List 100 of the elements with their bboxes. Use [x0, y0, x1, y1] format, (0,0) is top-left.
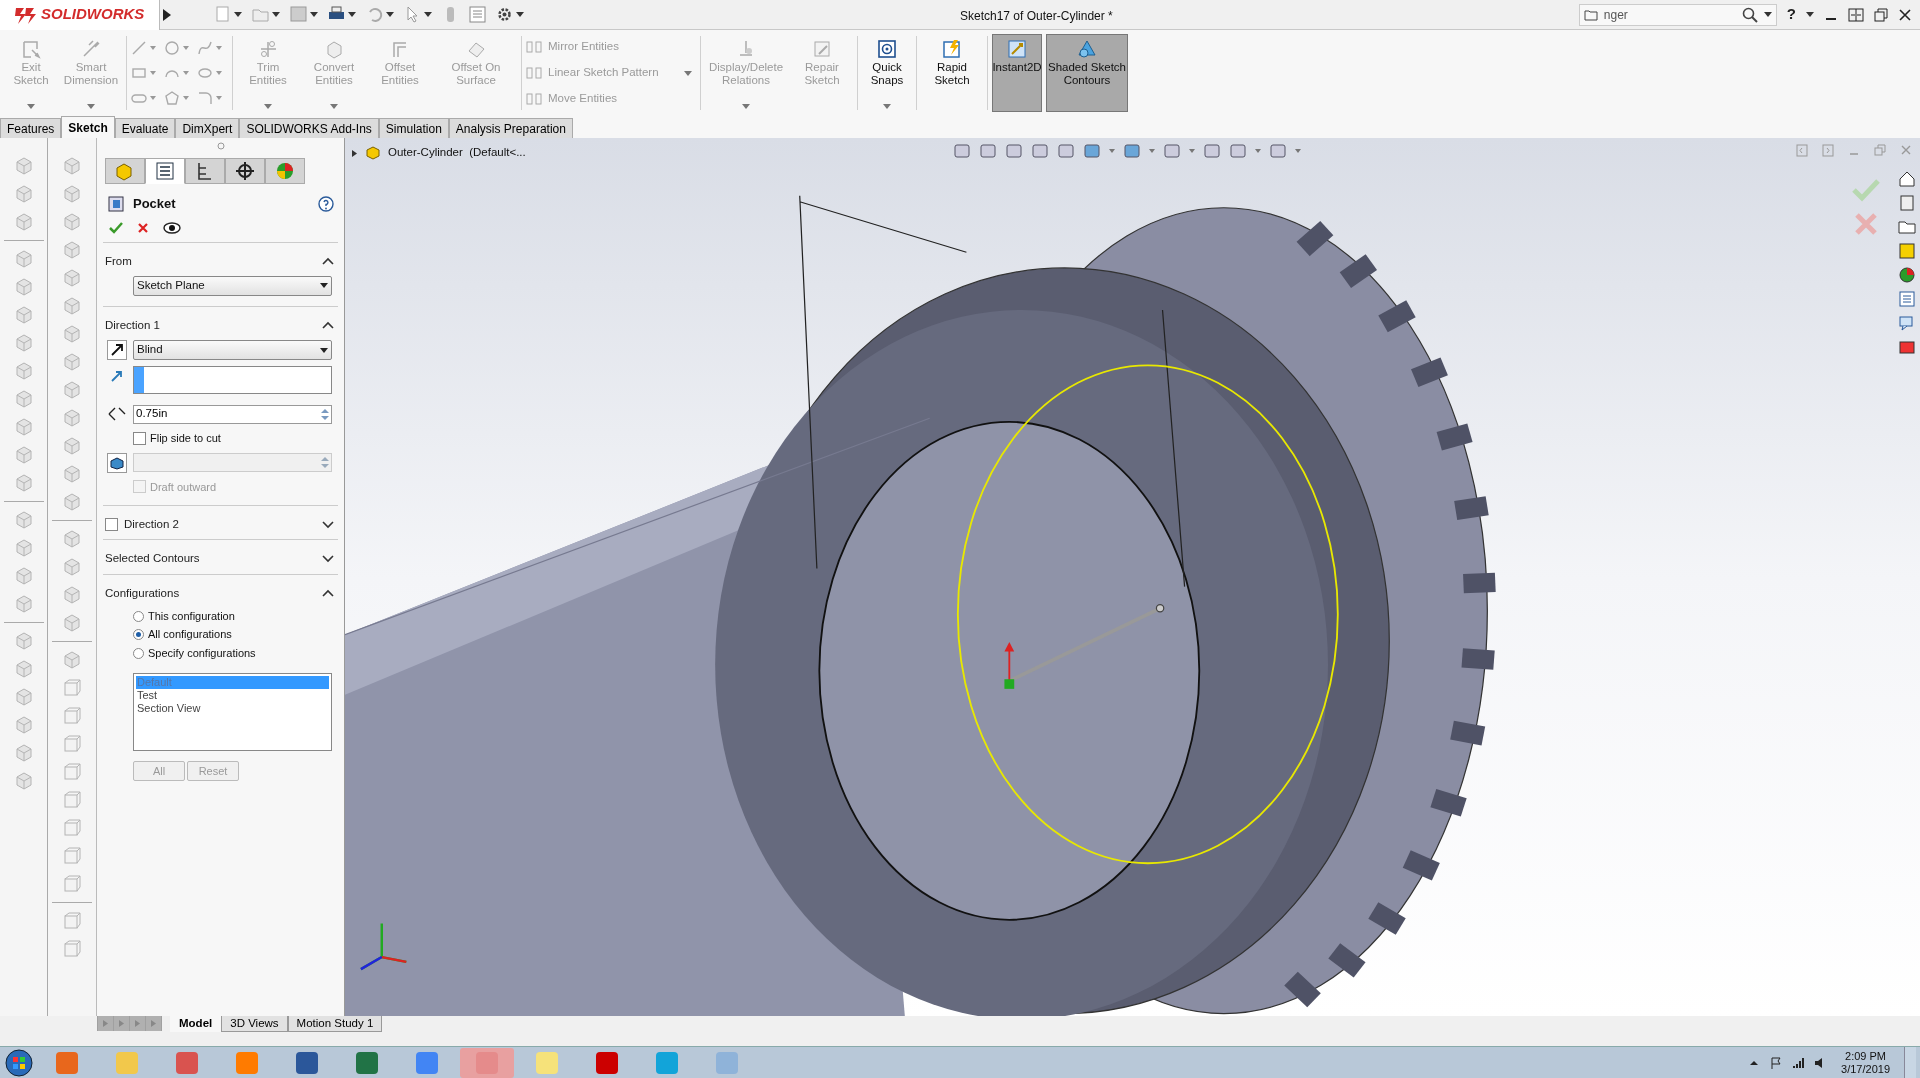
parts-icon[interactable]	[1898, 194, 1916, 212]
reverse-direction-icon[interactable]	[107, 340, 127, 360]
sketch-circle[interactable]	[956, 364, 1339, 865]
end-condition-dropdown[interactable]: Blind	[133, 340, 332, 360]
first-icon[interactable]	[98, 1016, 113, 1031]
feature-tool-icon[interactable]	[62, 296, 82, 316]
flag-icon[interactable]	[1769, 1055, 1784, 1070]
feature-tool-icon[interactable]	[62, 436, 82, 456]
view-cube-icon[interactable]	[62, 678, 82, 698]
feature-tool-icon[interactable]	[62, 492, 82, 512]
radio-button[interactable]	[133, 629, 144, 640]
view-cube-icon[interactable]	[62, 762, 82, 782]
feature-tool-icon[interactable]	[13, 687, 34, 707]
feature-tool-icon[interactable]	[13, 417, 34, 437]
start-button-icon[interactable]	[4, 1047, 34, 1078]
feature-tool-icon[interactable]	[13, 249, 34, 269]
search-field[interactable]: nger	[1578, 3, 1777, 26]
close-icon[interactable]	[1898, 7, 1912, 22]
feature-tool-icon[interactable]	[62, 557, 82, 577]
feature-tool-icon[interactable]	[62, 380, 82, 400]
feature-tool-icon[interactable]	[13, 743, 34, 763]
search-icon[interactable]	[1741, 6, 1758, 23]
tool-button[interactable]: Shaded Sketch Contours	[1046, 34, 1128, 112]
list-item[interactable]: Test	[136, 689, 329, 703]
feature-tool-icon[interactable]	[62, 184, 82, 204]
ribbon-tab[interactable]: Evaluate	[114, 118, 176, 138]
feature-tool-icon[interactable]	[13, 538, 34, 558]
dropdown-caret-icon[interactable]	[234, 12, 242, 17]
feature-tool-icon[interactable]	[13, 566, 34, 586]
bottom-tab[interactable]: 3D Views	[221, 1016, 288, 1032]
feature-tool-icon[interactable]	[13, 659, 34, 679]
collapse-chevron-icon[interactable]	[322, 589, 334, 598]
feature-tool-icon[interactable]	[13, 389, 34, 409]
feature-tool-icon[interactable]	[62, 464, 82, 484]
collapse-chevron-icon[interactable]	[322, 321, 334, 330]
line-icon[interactable]	[131, 40, 147, 57]
previous-icon[interactable]	[114, 1016, 129, 1031]
folder-icon[interactable]	[1898, 218, 1916, 236]
dropdown-caret-icon[interactable]	[424, 12, 432, 17]
restore-split-icon[interactable]	[1848, 7, 1864, 22]
radio-button[interactable]	[133, 647, 144, 659]
restore-icon[interactable]	[1874, 7, 1888, 22]
expand-chevron-icon[interactable]	[322, 554, 334, 563]
feature-tool-icon[interactable]	[62, 212, 82, 232]
cancel-x-icon[interactable]	[137, 221, 149, 234]
help-icon[interactable]	[318, 195, 334, 212]
view-cube-icon[interactable]	[62, 939, 82, 959]
spin-arrows-icon[interactable]	[319, 406, 331, 422]
tile-right-icon[interactable]	[1822, 144, 1834, 157]
bottom-tab[interactable]: Motion Study 1	[287, 1016, 383, 1032]
feature-tool-icon[interactable]	[13, 305, 34, 325]
view-cube-icon[interactable]	[62, 846, 82, 866]
expand-triangle-icon[interactable]	[351, 148, 358, 158]
feature-tool-icon[interactable]	[62, 529, 82, 549]
configuration-list[interactable]: Default Test Section View	[133, 673, 332, 752]
list-icon[interactable]	[1898, 290, 1916, 308]
preview-eye-icon[interactable]	[163, 221, 181, 234]
bottom-tab[interactable]: Model	[170, 1016, 222, 1032]
feature-tool-icon[interactable]	[13, 594, 34, 614]
dropdown-caret-icon[interactable]	[386, 12, 394, 17]
feature-tool-icon[interactable]	[62, 650, 82, 670]
feature-tool-icon[interactable]	[13, 212, 34, 232]
checkbox[interactable]	[133, 431, 146, 445]
signal-bars-icon[interactable]	[1791, 1055, 1806, 1070]
tool-button[interactable]: Instant2D	[992, 34, 1042, 112]
show-desktop-button[interactable]	[1904, 1046, 1916, 1078]
feature-tool-icon[interactable]	[62, 240, 82, 260]
grip-dot-icon[interactable]	[216, 142, 225, 150]
help-button[interactable]: ?	[1786, 3, 1796, 26]
draft-angle-icon[interactable]	[107, 452, 127, 473]
feature-tool-icon[interactable]	[62, 268, 82, 288]
feature-tool-icon[interactable]	[13, 184, 34, 204]
view-cube-icon[interactable]	[62, 911, 82, 931]
ellipse-icon[interactable]	[197, 65, 213, 81]
last-icon[interactable]	[146, 1016, 161, 1031]
feature-tool-icon[interactable]	[13, 361, 34, 381]
color-ball-icon[interactable]	[1898, 266, 1916, 284]
feature-tool-icon[interactable]	[62, 352, 82, 372]
tool-button[interactable]: Quick Snaps	[862, 34, 912, 112]
feature-tool-icon[interactable]	[13, 715, 34, 735]
home-icon[interactable]	[1898, 170, 1916, 188]
radio-button[interactable]	[133, 610, 144, 622]
dropdown-caret-icon[interactable]	[310, 12, 318, 17]
panel-tab[interactable]	[185, 158, 225, 184]
ribbon-tab[interactable]: Features	[0, 118, 62, 138]
feature-tool-icon[interactable]	[62, 585, 82, 605]
spline-icon[interactable]	[197, 40, 213, 57]
dropdown-caret-icon[interactable]	[348, 12, 356, 17]
feature-tool-icon[interactable]	[13, 277, 34, 297]
dropdown-caret-icon[interactable]	[516, 12, 524, 17]
from-dropdown[interactable]: Sketch Plane	[133, 275, 332, 296]
tile-left-icon[interactable]	[1796, 144, 1808, 157]
list-item[interactable]: Section View	[136, 702, 329, 716]
dropdown-caret-icon[interactable]	[272, 12, 280, 17]
dropdown-caret-icon[interactable]	[1763, 12, 1772, 17]
view-cube-icon[interactable]	[62, 734, 82, 754]
checkbox[interactable]	[105, 518, 118, 532]
rectangle-icon[interactable]	[131, 65, 147, 81]
next-icon[interactable]	[130, 1016, 145, 1031]
feature-tool-icon[interactable]	[13, 445, 34, 465]
